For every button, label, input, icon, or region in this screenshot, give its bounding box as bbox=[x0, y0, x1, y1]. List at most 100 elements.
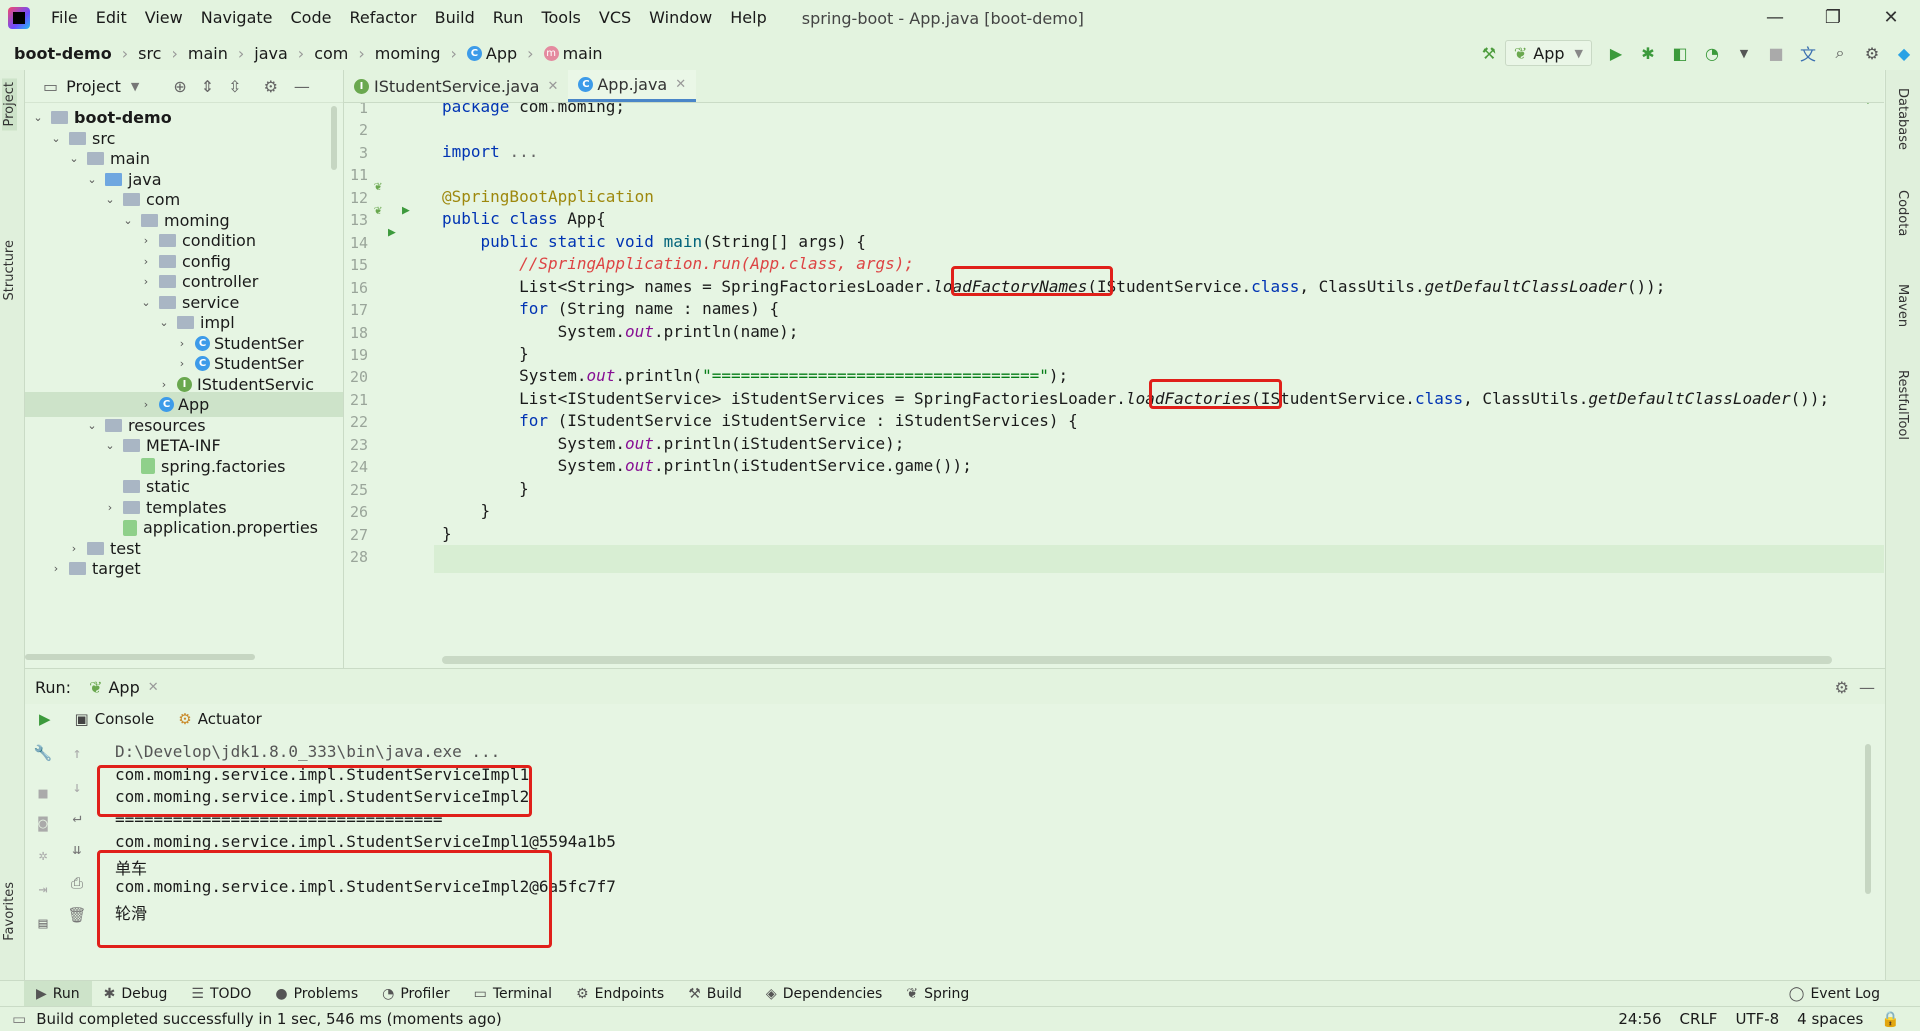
tool-tab-todo[interactable]: ☰ TODO bbox=[179, 986, 263, 1002]
code-line[interactable]: } bbox=[442, 524, 452, 543]
status-message[interactable]: Build completed successfully in 1 sec, 5… bbox=[36, 1010, 502, 1028]
actuator-tab[interactable]: ⚙ Actuator bbox=[178, 710, 262, 728]
collapse-all-icon[interactable]: ⇳ bbox=[228, 77, 241, 96]
codota-tool-tab[interactable]: Codota bbox=[1895, 190, 1910, 236]
exit-icon[interactable]: ⇥ bbox=[31, 880, 55, 902]
console-tab[interactable]: ▣ Console bbox=[75, 710, 155, 728]
scroll-to-end-icon[interactable]: ⇊ bbox=[65, 840, 89, 862]
print-icon[interactable]: ⎙ bbox=[65, 874, 89, 896]
maven-tool-tab[interactable]: Maven bbox=[1895, 284, 1910, 327]
editor-horizontal-scrollbar[interactable] bbox=[442, 656, 1832, 664]
breadcrumb-main[interactable]: main bbox=[182, 44, 234, 63]
run-tab-app[interactable]: ❦ App ✕ bbox=[89, 678, 159, 697]
breadcrumb-app[interactable]: C App bbox=[461, 44, 523, 63]
close-tab-icon[interactable]: ✕ bbox=[675, 77, 686, 92]
hide-panel-icon[interactable]: — bbox=[1859, 678, 1875, 697]
layout-icon[interactable]: ▤ bbox=[31, 914, 55, 936]
tab-app-java[interactable]: C App.java ✕ bbox=[568, 70, 697, 102]
code-line[interactable]: @SpringBootApplication bbox=[442, 187, 654, 206]
event-log-button[interactable]: ◯ Event Log bbox=[1789, 986, 1880, 1002]
restfultool-tool-tab[interactable]: RestfulTool bbox=[1895, 370, 1910, 440]
close-button[interactable]: ✕ bbox=[1862, 0, 1920, 36]
tool-tab-debug[interactable]: ✱ Debug bbox=[92, 986, 180, 1002]
indent-setting[interactable]: 4 spaces bbox=[1797, 1010, 1863, 1028]
spring-bean-gutter-icon[interactable]: ❦ bbox=[374, 179, 382, 194]
code-line[interactable]: List<IStudentService> iStudentServices =… bbox=[442, 389, 1829, 408]
structure-tool-tab[interactable]: Structure bbox=[2, 240, 17, 300]
tool-tab-dependencies[interactable]: ◈ Dependencies bbox=[754, 986, 894, 1002]
code-line[interactable]: System.out.println(iStudentService.game(… bbox=[442, 456, 972, 475]
tab-istudentservice[interactable]: I IStudentService.java ✕ bbox=[344, 70, 568, 102]
lock-icon[interactable]: 🔒 bbox=[1881, 1010, 1900, 1028]
menu-navigate[interactable]: Navigate bbox=[192, 0, 282, 36]
search-icon[interactable]: ⌕ bbox=[1825, 40, 1855, 66]
close-tab-icon[interactable]: ✕ bbox=[547, 79, 558, 94]
code-line[interactable]: import ... bbox=[442, 142, 538, 161]
menu-edit[interactable]: Edit bbox=[87, 0, 136, 36]
tool-tab-run[interactable]: ▶ Run bbox=[24, 981, 92, 1007]
arrow-down-icon[interactable]: ↓ bbox=[65, 778, 89, 800]
code-line[interactable]: package com.moming; bbox=[442, 103, 625, 116]
profile-icon[interactable]: ◔ bbox=[1697, 40, 1727, 66]
code-line[interactable]: } bbox=[442, 479, 529, 498]
tool-tab-problems[interactable]: ● Problems bbox=[263, 986, 370, 1002]
code-editor[interactable]: 1 2 3 11 12 13 14 15 16 17 18 19 20 21 22 23 24 25 26 27 28 … bbox=[344, 103, 1884, 668]
stop-icon[interactable]: ■ bbox=[31, 784, 55, 806]
run-gutter-icon[interactable]: ▶ bbox=[388, 225, 396, 240]
camera-icon[interactable]: ◙ bbox=[31, 814, 55, 836]
hide-panel-icon[interactable]: — bbox=[294, 77, 310, 96]
arrow-up-icon[interactable]: ↑ bbox=[65, 744, 89, 766]
menu-run[interactable]: Run bbox=[484, 0, 533, 36]
status-panel-icon[interactable]: ▭ bbox=[12, 1010, 26, 1028]
debug-icon[interactable]: ✱ bbox=[1633, 40, 1663, 66]
code-line[interactable]: for (String name : names) { bbox=[442, 299, 779, 318]
file-encoding[interactable]: UTF-8 bbox=[1735, 1010, 1779, 1028]
settings-gear-icon[interactable]: ⚙ bbox=[1857, 40, 1887, 66]
menu-build[interactable]: Build bbox=[426, 0, 484, 36]
rerun-icon[interactable]: ▶ bbox=[39, 710, 51, 728]
coverage-icon[interactable]: ◧ bbox=[1665, 40, 1695, 66]
breadcrumb-moming[interactable]: moming bbox=[369, 44, 447, 63]
code-line[interactable]: for (IStudentService iStudentService : i… bbox=[442, 411, 1078, 430]
expand-all-icon[interactable]: ⇕ bbox=[201, 77, 214, 96]
console-output[interactable]: 🔧 ■ ◙ ✲ ⇥ ▤ ↑ ↓ ↵ ⇊ ⎙ 🗑 D:\Develop\jdk1.… bbox=[25, 734, 1885, 974]
breadcrumb-src[interactable]: src bbox=[132, 44, 167, 63]
toolbox-icon[interactable]: ◆ bbox=[1889, 40, 1919, 66]
tree-node[interactable]: › target bbox=[25, 556, 141, 581]
build-hammer-icon[interactable]: ⚒ bbox=[1474, 40, 1504, 66]
locate-icon[interactable]: ⊕ bbox=[173, 77, 186, 96]
close-tab-icon[interactable]: ✕ bbox=[148, 680, 159, 695]
caret-position[interactable]: 24:56 bbox=[1618, 1010, 1661, 1028]
soft-wrap-icon[interactable]: ↵ bbox=[65, 808, 89, 830]
code-line[interactable]: } bbox=[442, 501, 491, 520]
menu-code[interactable]: Code bbox=[282, 0, 341, 36]
tree-scrollbar[interactable] bbox=[331, 106, 337, 170]
run-configuration-select[interactable]: ❦ App ▼ bbox=[1504, 40, 1592, 66]
more-run-chevron-icon[interactable]: ▼ bbox=[1729, 40, 1759, 66]
restore-button[interactable]: ❐ bbox=[1804, 0, 1862, 36]
menu-vcs[interactable]: VCS bbox=[590, 0, 640, 36]
code-line[interactable]: //SpringApplication.run(App.class, args)… bbox=[442, 254, 914, 273]
menu-file[interactable]: File bbox=[42, 0, 87, 36]
favorites-tool-tab[interactable]: Favorites bbox=[2, 882, 17, 941]
menu-help[interactable]: Help bbox=[721, 0, 775, 36]
options-gear-icon[interactable]: ⚙ bbox=[264, 77, 278, 96]
project-view-select[interactable]: Project bbox=[66, 77, 121, 96]
project-tool-tab[interactable]: Project bbox=[2, 78, 17, 131]
stop-icon[interactable]: ■ bbox=[1761, 40, 1791, 66]
menu-view[interactable]: View bbox=[136, 0, 192, 36]
breadcrumb-project[interactable]: boot-demo bbox=[0, 44, 118, 63]
run-gutter-icon[interactable]: ▶ bbox=[402, 203, 410, 218]
chevron-down-icon[interactable]: ▼ bbox=[131, 80, 139, 93]
code-line[interactable]: } bbox=[442, 344, 529, 363]
menu-refactor[interactable]: Refactor bbox=[340, 0, 425, 36]
run-icon[interactable]: ▶ bbox=[1601, 40, 1631, 66]
spring-bean-gutter-icon[interactable]: ❦ bbox=[374, 203, 382, 218]
run-settings-gear-icon[interactable]: ⚙ bbox=[1835, 678, 1849, 697]
breadcrumb-com[interactable]: com bbox=[308, 44, 354, 63]
tree-horizontal-scrollbar[interactable] bbox=[25, 654, 255, 660]
code-line[interactable]: System.out.println(iStudentService); bbox=[442, 434, 905, 453]
minimize-button[interactable]: — bbox=[1746, 0, 1804, 36]
breadcrumb-method[interactable]: m main bbox=[538, 44, 609, 63]
chevron-right-icon[interactable]: › bbox=[49, 556, 63, 581]
